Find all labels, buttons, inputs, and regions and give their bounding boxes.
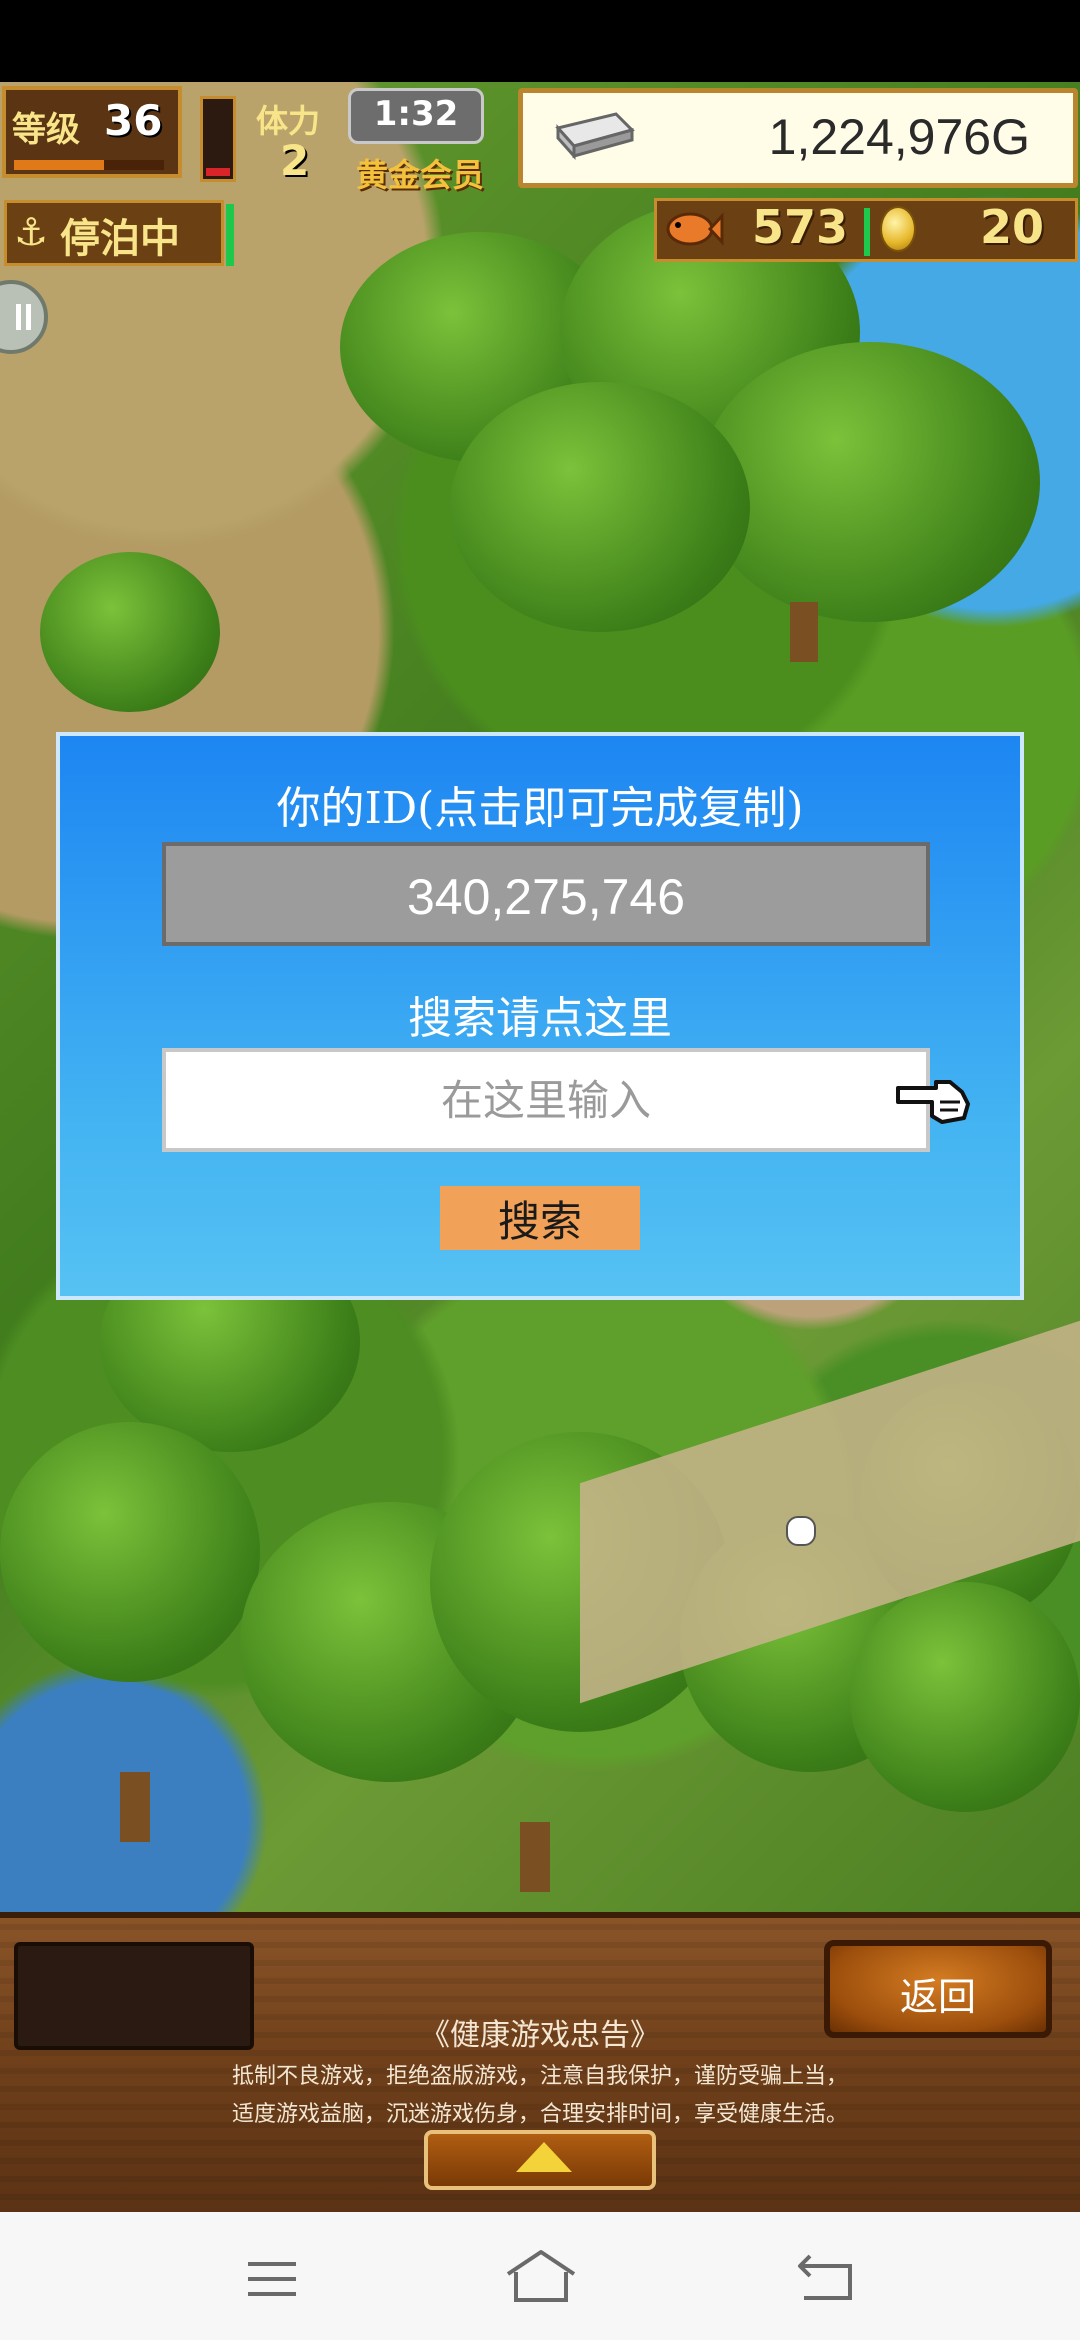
tree-trunk bbox=[790, 602, 818, 662]
search-input[interactable] bbox=[162, 1048, 930, 1152]
docking-status-text: 停泊中 bbox=[60, 216, 180, 262]
player-id-value[interactable]: 340,275,746 bbox=[162, 868, 930, 926]
membership-label[interactable]: 黄金会员 bbox=[356, 150, 484, 196]
status-bar bbox=[0, 0, 1080, 82]
tree-trunk bbox=[120, 1772, 150, 1842]
tree bbox=[850, 1582, 1080, 1812]
money-value: 1,224,976G bbox=[768, 109, 1030, 165]
level-value: 36 bbox=[104, 96, 163, 145]
tree bbox=[0, 1422, 260, 1682]
tree bbox=[450, 382, 750, 632]
health-notice-line-1: 抵制不良游戏，拒绝盗版游戏，注意自我保护，谨防受骗上当， bbox=[231, 2064, 848, 2089]
health-notice-line-2: 适度游戏益脑，沉迷游戏伤身，合理安排时间，享受健康生活。 bbox=[231, 2102, 848, 2127]
resource-divider bbox=[864, 208, 870, 256]
anchor-icon: ⚓ bbox=[14, 210, 49, 254]
tree bbox=[700, 342, 1040, 622]
stamina-gauge-fill bbox=[206, 168, 230, 176]
pause-icon bbox=[16, 304, 31, 330]
level-label: 等级 bbox=[12, 110, 80, 150]
cat-sprite[interactable] bbox=[786, 1516, 816, 1546]
search-title: 搜索请点这里 bbox=[408, 993, 672, 1044]
fish-count: 573 bbox=[752, 200, 849, 254]
xp-bar-fill bbox=[14, 160, 104, 170]
tree-trunk bbox=[520, 1822, 550, 1892]
status-indicator bbox=[226, 204, 234, 266]
id-title: 你的ID(点击即可完成复制) bbox=[276, 783, 804, 834]
gold-coin-icon bbox=[880, 206, 916, 252]
menu-icon[interactable] bbox=[244, 2256, 300, 2302]
silver-ingot-icon bbox=[555, 112, 635, 160]
time-value: 1:32 bbox=[373, 94, 459, 134]
fish-icon bbox=[666, 212, 724, 246]
pointer-hand-icon bbox=[896, 1080, 970, 1124]
stamina-value: 2 bbox=[280, 136, 310, 185]
coin-count: 20 bbox=[980, 200, 1045, 254]
tree bbox=[40, 552, 220, 712]
back-arrow-icon[interactable] bbox=[794, 2252, 856, 2302]
arrow-up-icon bbox=[516, 2142, 572, 2172]
home-icon[interactable] bbox=[504, 2248, 578, 2304]
health-notice-title: 《健康游戏忠告》 bbox=[420, 2018, 660, 2053]
search-button[interactable]: 搜索 bbox=[440, 1186, 640, 1250]
